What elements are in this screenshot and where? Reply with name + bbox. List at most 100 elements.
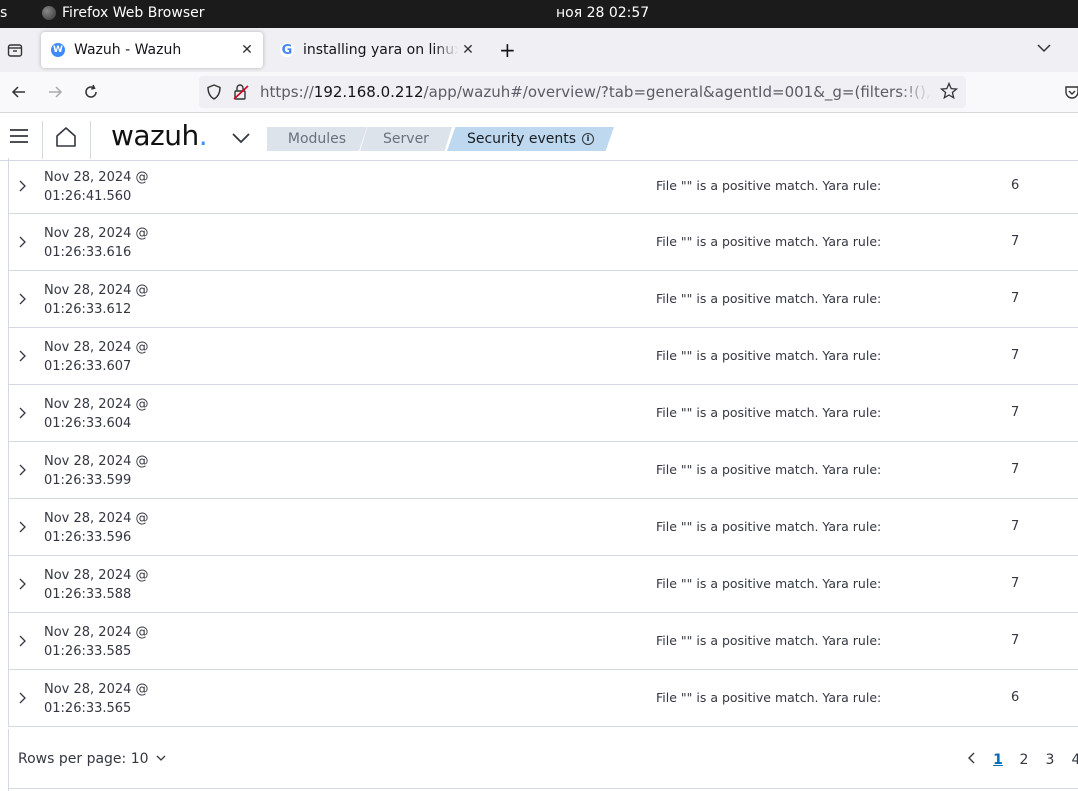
wazuh-logo[interactable]: wazuh. (111, 119, 208, 152)
expand-row-chevron-icon[interactable] (15, 291, 31, 307)
back-icon[interactable] (8, 81, 30, 103)
expand-row-chevron-icon[interactable] (15, 633, 31, 649)
navigation-bar: https://192.168.0.212/app/wazuh#/overvie… (0, 72, 1078, 113)
reload-icon[interactable] (80, 81, 102, 103)
rows-per-page-label: Rows per page: 10 (18, 751, 149, 767)
table-row: Nov 28, 2024 @01:26:33.588 File "" is a … (9, 556, 1078, 613)
level-cell: 7 (1011, 576, 1020, 591)
header-divider (42, 121, 43, 159)
description-cell: File "" is a positive match. Yara rule: (656, 348, 882, 363)
timestamp-cell: Nov 28, 2024 @01:26:33.616 (44, 226, 149, 260)
lock-warning-icon[interactable] (232, 83, 250, 105)
tab-google[interactable]: G installing yara on linux - G ✕ (270, 32, 484, 68)
app-name: Firefox Web Browser (62, 5, 205, 21)
wazuh-favicon-icon: W (51, 43, 65, 57)
google-favicon-icon: G (280, 42, 294, 58)
timestamp-cell: Nov 28, 2024 @01:26:33.604 (44, 397, 149, 431)
table-row: Nov 28, 2024 @01:26:33.604 File "" is a … (9, 385, 1078, 442)
breadcrumb-modules[interactable]: Modules (267, 127, 367, 151)
expand-row-chevron-icon[interactable] (15, 234, 31, 250)
table-row: Nov 28, 2024 @01:26:33.612 File "" is a … (9, 271, 1078, 328)
expand-row-chevron-icon[interactable] (15, 348, 31, 364)
firefox-icon (42, 6, 56, 20)
breadcrumb-label: Server (383, 131, 429, 147)
tab-title: Wazuh - Wazuh (74, 42, 182, 58)
hamburger-menu-icon[interactable] (10, 128, 28, 148)
timestamp-cell: Nov 28, 2024 @01:26:33.612 (44, 283, 149, 317)
timestamp-cell: Nov 28, 2024 @01:26:33.585 (44, 625, 149, 659)
description-cell: File "" is a positive match. Yara rule: (656, 690, 882, 705)
description-cell: File "" is a positive match. Yara rule: (656, 633, 882, 648)
expand-row-chevron-icon[interactable] (15, 405, 31, 421)
table-row: Nov 28, 2024 @01:26:33.599 File "" is a … (9, 442, 1078, 499)
tab-title: installing yara on linux - G (303, 42, 458, 58)
timestamp-cell: Nov 28, 2024 @01:26:33.607 (44, 340, 149, 374)
logo-dot: . (198, 119, 208, 152)
events-table: Nov 28, 2024 @01:26:41.560 File "" is a … (8, 158, 1078, 727)
table-row: Nov 28, 2024 @01:26:33.585 File "" is a … (9, 613, 1078, 670)
page-1-button[interactable]: 1 (985, 752, 1011, 768)
breadcrumb-security-events[interactable]: Security events i (447, 127, 614, 151)
description-cell: File "" is a positive match. Yara rule: (656, 462, 882, 477)
description-cell: File "" is a positive match. Yara rule: (656, 405, 882, 420)
timestamp-cell: Nov 28, 2024 @01:26:41.560 (44, 170, 149, 204)
new-tab-icon[interactable]: + (499, 38, 516, 62)
previous-page-chevron-icon[interactable] (959, 751, 985, 769)
table-row: Nov 28, 2024 @01:26:41.560 File "" is a … (9, 158, 1078, 214)
bookmark-star-icon[interactable] (939, 81, 959, 104)
expand-row-chevron-icon[interactable] (15, 519, 31, 535)
timestamp-cell: Nov 28, 2024 @01:26:33.599 (44, 454, 149, 488)
url-prefix: https:// (260, 83, 314, 101)
description-cell: File "" is a positive match. Yara rule: (656, 291, 882, 306)
info-icon[interactable]: i (582, 133, 595, 145)
url-bar[interactable]: https://192.168.0.212/app/wazuh#/overvie… (199, 76, 966, 108)
level-cell: 7 (1011, 462, 1020, 477)
tab-strip: W Wazuh - Wazuh ✕ G installing yara on l… (0, 28, 1078, 72)
rows-per-page-selector[interactable]: Rows per page: 10 (18, 751, 167, 767)
pocket-icon[interactable] (1064, 84, 1078, 104)
timestamp-cell: Nov 28, 2024 @01:26:33.596 (44, 511, 149, 545)
level-cell: 7 (1011, 519, 1020, 534)
close-tab-icon[interactable]: ✕ (458, 42, 478, 58)
expand-row-chevron-icon[interactable] (15, 178, 31, 194)
os-top-bar: s Firefox Web Browser ноя 28 02:57 (0, 0, 1078, 28)
firefox-view-icon[interactable] (4, 39, 26, 61)
expand-row-chevron-icon[interactable] (15, 462, 31, 478)
table-row: Nov 28, 2024 @01:26:33.565 File "" is a … (9, 670, 1078, 727)
level-cell: 7 (1011, 405, 1020, 420)
close-tab-icon[interactable]: ✕ (237, 42, 257, 58)
table-pagination: Rows per page: 10 1 2 3 4 (8, 729, 1078, 791)
list-all-tabs-icon[interactable] (1036, 40, 1052, 60)
timestamp-cell: Nov 28, 2024 @01:26:33.588 (44, 568, 149, 602)
breadcrumb-server[interactable]: Server (360, 127, 452, 151)
breadcrumb-label: Modules (287, 131, 347, 147)
activities-button[interactable]: s (0, 5, 7, 21)
tab-wazuh[interactable]: W Wazuh - Wazuh ✕ (41, 32, 263, 68)
chevron-down-icon[interactable] (231, 130, 251, 149)
clock[interactable]: ноя 28 02:57 (556, 5, 649, 21)
table-row: Nov 28, 2024 @01:26:33.607 File "" is a … (9, 328, 1078, 385)
header-divider (90, 121, 91, 159)
description-cell: File "" is a positive match. Yara rule: (656, 576, 882, 591)
expand-row-chevron-icon[interactable] (15, 690, 31, 706)
page-2-button[interactable]: 2 (1011, 752, 1037, 768)
pager: 1 2 3 4 (959, 751, 1078, 769)
page-3-button[interactable]: 3 (1037, 752, 1063, 768)
home-icon[interactable] (54, 125, 78, 153)
logo-text: wazuh (111, 119, 199, 152)
level-cell: 6 (1011, 690, 1020, 705)
url-text[interactable]: https://192.168.0.212/app/wazuh#/overvie… (260, 83, 932, 101)
forward-icon[interactable] (44, 81, 66, 103)
url-host: 192.168.0.212 (313, 83, 424, 101)
app-menu[interactable]: Firefox Web Browser (42, 5, 205, 21)
level-cell: 7 (1011, 291, 1020, 306)
url-path: /app/wazuh#/overview/?tab=general&agentI… (423, 83, 932, 101)
description-cell: File "" is a positive match. Yara rule: (656, 178, 882, 193)
page-4-button[interactable]: 4 (1063, 752, 1078, 768)
description-cell: File "" is a positive match. Yara rule: (656, 519, 882, 534)
level-cell: 7 (1011, 633, 1020, 648)
table-row: Nov 28, 2024 @01:26:33.596 File "" is a … (9, 499, 1078, 556)
description-cell: File "" is a positive match. Yara rule: (656, 234, 882, 249)
tracking-protection-icon[interactable] (206, 84, 222, 104)
expand-row-chevron-icon[interactable] (15, 576, 31, 592)
